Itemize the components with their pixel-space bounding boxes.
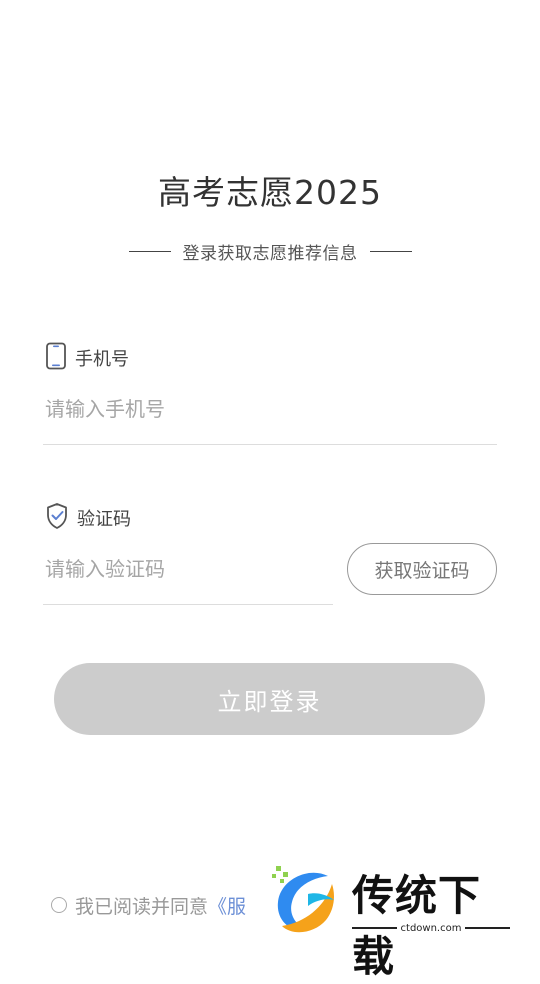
watermark: 传统下载 ctdown.com: [268, 862, 518, 981]
subtitle-divider-right: [369, 250, 412, 252]
phone-input[interactable]: [43, 387, 499, 431]
code-underline: [43, 604, 333, 605]
subtitle-text: 登录获取志愿推荐信息: [182, 243, 358, 264]
watermark-line-right: [465, 927, 510, 929]
phone-label-text: 手机号: [75, 349, 129, 370]
watermark-domain: ctdown.com: [400, 922, 462, 934]
shield-check-icon: [45, 502, 69, 534]
agreement-row: 我已阅读并同意 《服: [51, 891, 246, 919]
get-code-button[interactable]: 获取验证码: [347, 543, 497, 595]
terms-link[interactable]: 《服: [208, 892, 246, 919]
watermark-logo-icon: [268, 864, 346, 940]
phone-field-label: 手机号: [45, 342, 129, 374]
watermark-line-left: [352, 927, 397, 929]
watermark-domain-row: ctdown.com: [352, 920, 510, 936]
app-title: 高考志愿2025: [158, 173, 382, 212]
agreement-radio[interactable]: [51, 897, 67, 913]
code-input[interactable]: [43, 547, 335, 591]
code-label-text: 验证码: [77, 509, 131, 530]
phone-underline: [43, 444, 497, 445]
login-button[interactable]: 立即登录: [54, 663, 485, 735]
code-field-label: 验证码: [45, 502, 131, 534]
subtitle-row: 登录获取志愿推荐信息: [0, 238, 540, 264]
agreement-text: 我已阅读并同意: [75, 895, 209, 918]
subtitle-divider-left: [128, 250, 171, 252]
phone-icon: [45, 342, 67, 374]
